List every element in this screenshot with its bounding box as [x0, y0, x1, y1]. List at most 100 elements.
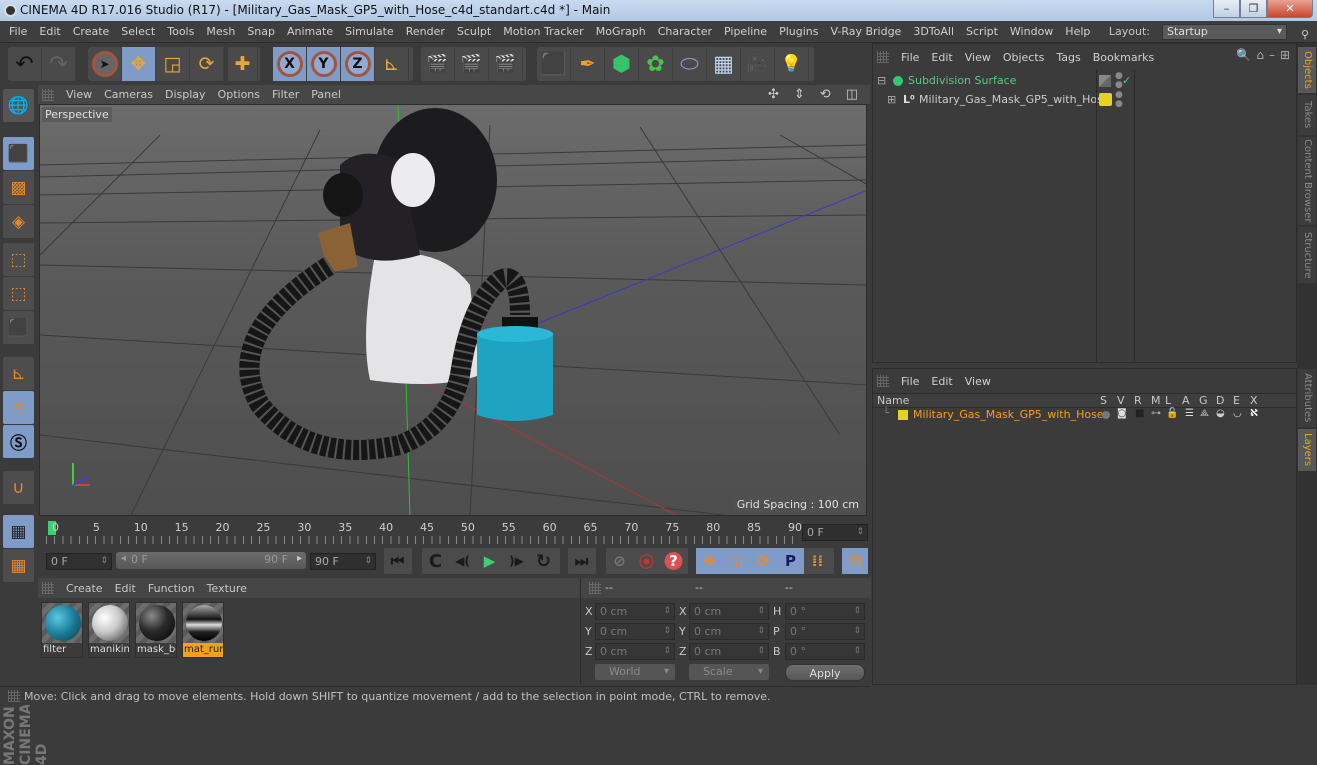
- restore-button[interactable]: ❐: [1240, 0, 1267, 18]
- goto-end-button[interactable]: ⏭: [568, 548, 595, 574]
- material-swatch-manikin[interactable]: manikin: [88, 602, 130, 658]
- texture-mode-button[interactable]: ▩: [3, 171, 34, 204]
- search-icon[interactable]: 🔍: [1236, 48, 1251, 62]
- pos-y-field[interactable]: 0 cm: [595, 623, 675, 640]
- material-menu-function[interactable]: Function: [142, 582, 201, 595]
- render-view-button[interactable]: 🎬: [421, 47, 455, 81]
- panel-grip-icon[interactable]: [877, 51, 889, 63]
- tab-objects[interactable]: Objects: [1298, 47, 1316, 93]
- menu-mograph[interactable]: MoGraph: [590, 21, 652, 42]
- rotate-tool[interactable]: ⟳: [190, 47, 224, 81]
- material-menu-texture[interactable]: Texture: [201, 582, 253, 595]
- zoom-icon[interactable]: ⇕: [788, 87, 811, 102]
- tab-content-browser[interactable]: Content Browser: [1298, 137, 1316, 225]
- redo-button[interactable]: ↷: [42, 47, 76, 81]
- viewport-menu-cameras[interactable]: Cameras: [98, 88, 159, 101]
- coordinate-space-dropdown[interactable]: World: [595, 664, 675, 680]
- pos-z-field[interactable]: 0 cm: [595, 643, 675, 660]
- axis-mode-button[interactable]: ⊾: [3, 357, 34, 390]
- floor-environment-button[interactable]: ▦: [707, 47, 741, 81]
- deformer-button[interactable]: ⬭: [673, 47, 707, 81]
- objects-menu-view[interactable]: View: [959, 51, 997, 64]
- size-z-field[interactable]: 0 cm: [689, 643, 769, 660]
- object-row-subdivision-surface[interactable]: ⊟ Subdivision Surface ● ● ✓: [873, 71, 1296, 90]
- y-axis-lock[interactable]: Y: [307, 47, 341, 81]
- pan-icon[interactable]: ✣: [762, 87, 785, 102]
- autokeying-button[interactable]: ?: [660, 548, 687, 574]
- menu-select[interactable]: Select: [115, 21, 161, 42]
- polygons-mode-button[interactable]: ⬛: [3, 311, 34, 344]
- animation-toggle-icon[interactable]: ☰: [1185, 408, 1194, 419]
- menu-sculpt[interactable]: Sculpt: [451, 21, 497, 42]
- menu-mesh[interactable]: Mesh: [200, 21, 241, 42]
- size-x-field[interactable]: 0 cm: [689, 603, 769, 620]
- column-generators[interactable]: G: [1199, 394, 1208, 407]
- layers-menu-view[interactable]: View: [959, 375, 997, 388]
- viewport-menu-options[interactable]: Options: [212, 88, 266, 101]
- pen-spline-button[interactable]: ✒: [571, 47, 605, 81]
- material-swatch-filter[interactable]: filter: [41, 602, 83, 658]
- menu-motion-tracker[interactable]: Motion Tracker: [497, 21, 589, 42]
- snap-button[interactable]: Ⓢ: [3, 425, 34, 458]
- menu-character[interactable]: Character: [652, 21, 718, 42]
- material-menu-create[interactable]: Create: [60, 582, 109, 595]
- menu-pipeline[interactable]: Pipeline: [718, 21, 773, 42]
- key-pla-toggle[interactable]: ⁞⁞: [804, 548, 831, 574]
- rot-p-field[interactable]: 0 °: [785, 623, 865, 640]
- workplane-lock-button[interactable]: ▦: [3, 515, 34, 548]
- cube-object-button[interactable]: ⬛: [537, 47, 571, 81]
- layer-color-swatch[interactable]: [1099, 93, 1112, 106]
- current-frame-field[interactable]: 0 F: [802, 524, 868, 541]
- objects-menu-edit[interactable]: Edit: [925, 51, 958, 64]
- prev-frame-button[interactable]: ◀(: [449, 548, 476, 574]
- apply-button[interactable]: Apply: [785, 664, 865, 681]
- objects-menu-tags[interactable]: Tags: [1050, 51, 1086, 64]
- column-locked[interactable]: L: [1165, 394, 1171, 407]
- tab-layers[interactable]: Layers: [1298, 429, 1316, 471]
- range-right-arrow-icon[interactable]: ▸: [297, 553, 302, 564]
- panel-grip-icon[interactable]: [877, 375, 889, 387]
- menu-vray-bridge[interactable]: V-Ray Bridge: [824, 21, 907, 42]
- search-icon[interactable]: ⚲: [1295, 24, 1309, 41]
- object-row-military-gas-mask[interactable]: ⊞ L⁰ Military_Gas_Mask_GP5_with_Hose ● ●: [873, 90, 1296, 109]
- material-menu-edit[interactable]: Edit: [109, 582, 142, 595]
- tab-attributes[interactable]: Attributes: [1298, 369, 1316, 427]
- column-name[interactable]: Name: [877, 394, 909, 407]
- render-settings-button[interactable]: 🎬: [489, 47, 523, 81]
- tab-takes[interactable]: Takes: [1298, 95, 1316, 135]
- magnet-button[interactable]: ∪: [3, 471, 34, 504]
- expressions-toggle-icon[interactable]: ◡: [1233, 408, 1242, 419]
- column-xref[interactable]: X: [1250, 394, 1258, 407]
- make-editable-button[interactable]: 🌐: [3, 89, 34, 122]
- menu-plugins[interactable]: Plugins: [773, 21, 824, 42]
- model-mode-button[interactable]: ⬛: [3, 137, 34, 170]
- xref-toggle-icon[interactable]: ℵ: [1250, 408, 1258, 419]
- menu-animate[interactable]: Animate: [281, 21, 339, 42]
- column-manager[interactable]: M: [1151, 394, 1161, 407]
- workplane-align-button[interactable]: ▦: [3, 549, 34, 582]
- light-button[interactable]: 💡: [775, 47, 809, 81]
- layers-menu-file[interactable]: File: [895, 375, 925, 388]
- menu-create[interactable]: Create: [67, 21, 116, 42]
- minimize-button[interactable]: –: [1213, 0, 1240, 18]
- key-scale-toggle[interactable]: ◲: [723, 548, 750, 574]
- column-view[interactable]: V: [1117, 394, 1125, 407]
- menu-render[interactable]: Render: [400, 21, 451, 42]
- viewport-menu-view[interactable]: View: [60, 88, 98, 101]
- lock-toggle-icon[interactable]: 🔓: [1166, 408, 1178, 419]
- solo-toggle[interactable]: [1102, 411, 1110, 419]
- preview-range-slider[interactable]: ◂ 0 F 90 F ▸: [116, 552, 306, 569]
- coordinate-system-button[interactable]: ⊾: [375, 47, 409, 81]
- undo-button[interactable]: ↶: [8, 47, 42, 81]
- next-keyframe-button[interactable]: ↻: [530, 548, 557, 574]
- workplane-mode-button[interactable]: ◈: [3, 205, 34, 238]
- menu-help[interactable]: Help: [1059, 21, 1096, 42]
- record-disabled-button[interactable]: ⊘: [606, 548, 633, 574]
- panel-grip-icon[interactable]: [42, 88, 54, 101]
- menu-snap[interactable]: Snap: [241, 21, 281, 42]
- goto-start-button[interactable]: ⏮: [384, 548, 411, 574]
- panel-grip-icon[interactable]: [589, 582, 601, 594]
- visibility-dots-icon[interactable]: ● ●: [1115, 91, 1123, 109]
- layer-color-swatch[interactable]: [898, 410, 908, 420]
- live-selection-tool[interactable]: ➤: [88, 47, 122, 81]
